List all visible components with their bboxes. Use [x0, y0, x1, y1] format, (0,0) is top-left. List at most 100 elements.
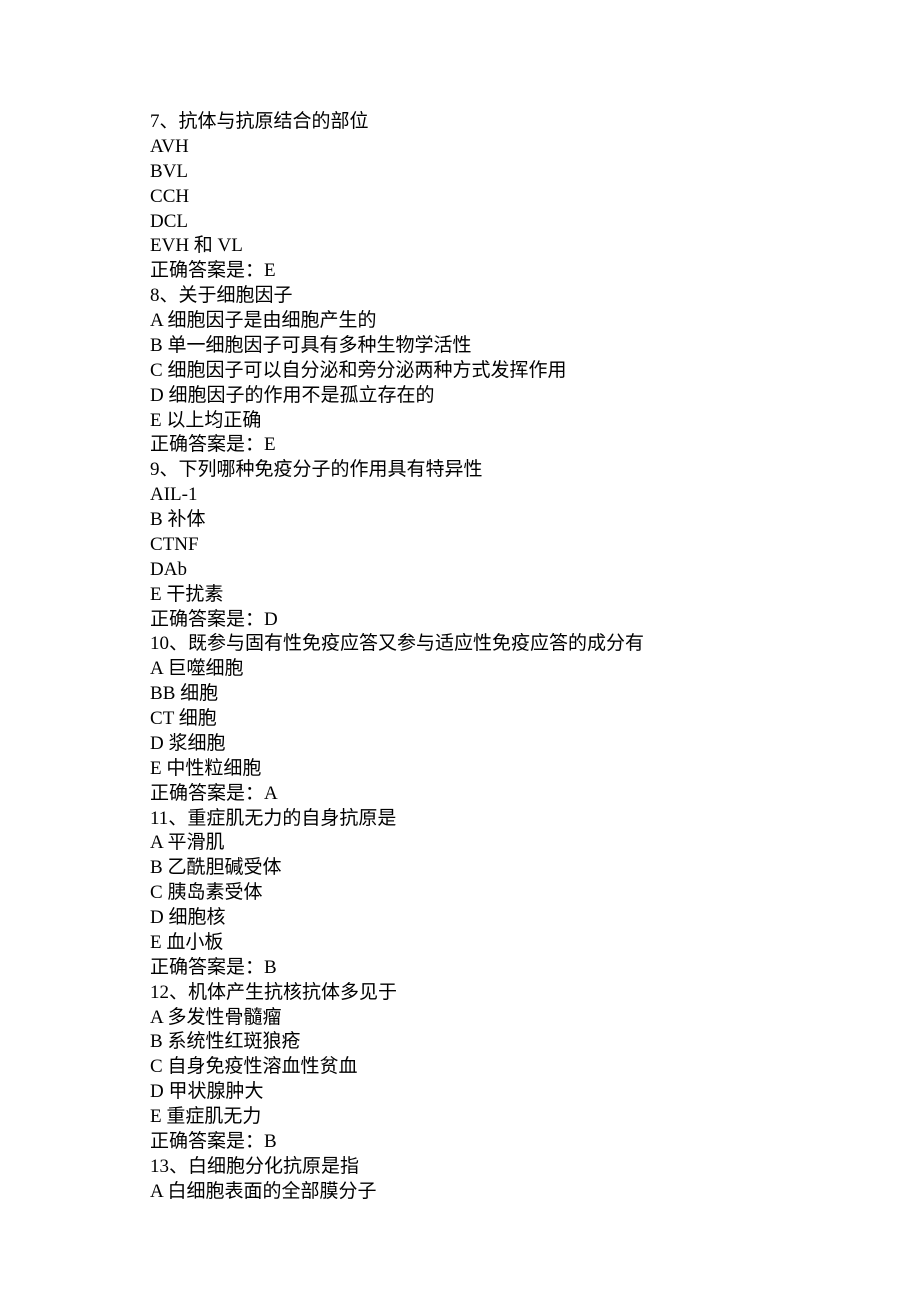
answer-line: 正确答案是：A — [150, 782, 770, 807]
option-key: C — [150, 534, 163, 555]
option-text: 平滑肌 — [163, 832, 225, 853]
option-key: B — [150, 161, 163, 182]
option-text: 多发性骨髓瘤 — [163, 1007, 282, 1028]
question-stem: 11、重症肌无力的自身抗原是 — [150, 807, 770, 832]
option-key: A — [150, 484, 164, 505]
answer-value: D — [264, 609, 278, 630]
option-key: B — [150, 683, 163, 704]
option-line: D 细胞核 — [150, 906, 770, 931]
question-stem-text: 关于细胞因子 — [179, 285, 293, 306]
answer-label: 正确答案是： — [150, 260, 264, 281]
option-line: D 细胞因子的作用不是孤立存在的 — [150, 384, 770, 409]
question-number: 13 — [150, 1156, 169, 1177]
question-stem-text: 下列哪种免疫分子的作用具有特异性 — [179, 459, 483, 480]
answer-value: A — [264, 783, 278, 804]
option-line: B 乙酰胆碱受体 — [150, 856, 770, 881]
question-separator: 、 — [169, 982, 188, 1003]
option-line: A 平滑肌 — [150, 831, 770, 856]
option-text: 细胞因子可以自分泌和旁分泌两种方式发挥作用 — [163, 360, 567, 381]
option-line: DAb — [150, 558, 770, 583]
question-separator: 、 — [160, 285, 179, 306]
option-text: 以上均正确 — [162, 410, 262, 431]
option-key: E — [150, 758, 162, 779]
option-line: B 单一细胞因子可具有多种生物学活性 — [150, 334, 770, 359]
option-key: A — [150, 136, 161, 157]
option-key: E — [150, 932, 162, 953]
answer-value: B — [264, 1131, 277, 1152]
option-line: A 细胞因子是由细胞产生的 — [150, 309, 770, 334]
option-key: A — [150, 1007, 163, 1028]
question-number: 8 — [150, 285, 160, 306]
option-text: 细胞因子是由细胞产生的 — [163, 310, 377, 331]
option-text: 浆细胞 — [164, 733, 226, 754]
option-key: D — [150, 733, 164, 754]
document-page: 7、抗体与抗原结合的部位AVHBVLCCHDCLEVH 和 VL正确答案是：E8… — [0, 0, 920, 1302]
option-text: T 细胞 — [163, 708, 217, 729]
option-line: DCL — [150, 210, 770, 235]
option-key: C — [150, 1056, 163, 1077]
answer-line: 正确答案是：E — [150, 259, 770, 284]
option-key: A — [150, 310, 163, 331]
question-separator: 、 — [160, 111, 179, 132]
question-stem-text: 抗体与抗原结合的部位 — [179, 111, 369, 132]
question-number: 12 — [150, 982, 169, 1003]
answer-label: 正确答案是： — [150, 1131, 264, 1152]
option-text: CH — [163, 186, 189, 207]
option-line: E 中性粒细胞 — [150, 757, 770, 782]
option-key: B — [150, 509, 163, 530]
option-text: 单一细胞因子可具有多种生物学活性 — [163, 335, 472, 356]
option-key: D — [150, 385, 164, 406]
option-key: D — [150, 559, 164, 580]
answer-label: 正确答案是： — [150, 783, 264, 804]
option-key: B — [150, 857, 163, 878]
option-line: A 白细胞表面的全部膜分子 — [150, 1180, 770, 1205]
option-key: B — [150, 335, 163, 356]
option-line: CT 细胞 — [150, 707, 770, 732]
option-line: E 干扰素 — [150, 583, 770, 608]
question-stem-text: 既参与固有性免疫应答又参与适应性免疫应答的成分有 — [188, 633, 644, 654]
question-number: 9 — [150, 459, 160, 480]
answer-line: 正确答案是：B — [150, 1130, 770, 1155]
option-line: EVH 和 VL — [150, 234, 770, 259]
option-text: VH — [161, 136, 188, 157]
option-text: 细胞核 — [164, 907, 226, 928]
option-key: A — [150, 1181, 163, 1202]
question-stem: 7、抗体与抗原结合的部位 — [150, 110, 770, 135]
option-text: 甲状腺肿大 — [164, 1081, 264, 1102]
option-text: VL — [163, 161, 188, 182]
option-key: A — [150, 658, 163, 679]
question-number: 7 — [150, 111, 160, 132]
option-line: D 甲状腺肿大 — [150, 1080, 770, 1105]
option-key: D — [150, 1081, 164, 1102]
option-text: IL-1 — [164, 484, 198, 505]
option-text: CL — [164, 211, 188, 232]
option-line: E 以上均正确 — [150, 409, 770, 434]
answer-line: 正确答案是：B — [150, 956, 770, 981]
option-key: C — [150, 360, 163, 381]
question-number: 10 — [150, 633, 169, 654]
option-line: B 补体 — [150, 508, 770, 533]
question-stem: 13、白细胞分化抗原是指 — [150, 1155, 770, 1180]
option-key: C — [150, 882, 163, 903]
answer-label: 正确答案是： — [150, 609, 264, 630]
option-line: D 浆细胞 — [150, 732, 770, 757]
option-text: 细胞因子的作用不是孤立存在的 — [164, 385, 435, 406]
option-line: C 胰岛素受体 — [150, 881, 770, 906]
option-key: C — [150, 708, 163, 729]
answer-label: 正确答案是： — [150, 957, 264, 978]
option-text: 中性粒细胞 — [162, 758, 262, 779]
option-key: D — [150, 907, 164, 928]
option-text: 干扰素 — [162, 584, 224, 605]
question-stem-text: 机体产生抗核抗体多见于 — [188, 982, 397, 1003]
option-line: CCH — [150, 185, 770, 210]
option-text: 胰岛素受体 — [163, 882, 263, 903]
option-text: 补体 — [163, 509, 206, 530]
option-text: TNF — [163, 534, 199, 555]
option-line: A 巨噬细胞 — [150, 657, 770, 682]
option-line: CTNF — [150, 533, 770, 558]
option-line: AVH — [150, 135, 770, 160]
option-line: BB 细胞 — [150, 682, 770, 707]
option-line: BVL — [150, 160, 770, 185]
option-line: E 重症肌无力 — [150, 1105, 770, 1130]
question-stem: 8、关于细胞因子 — [150, 284, 770, 309]
